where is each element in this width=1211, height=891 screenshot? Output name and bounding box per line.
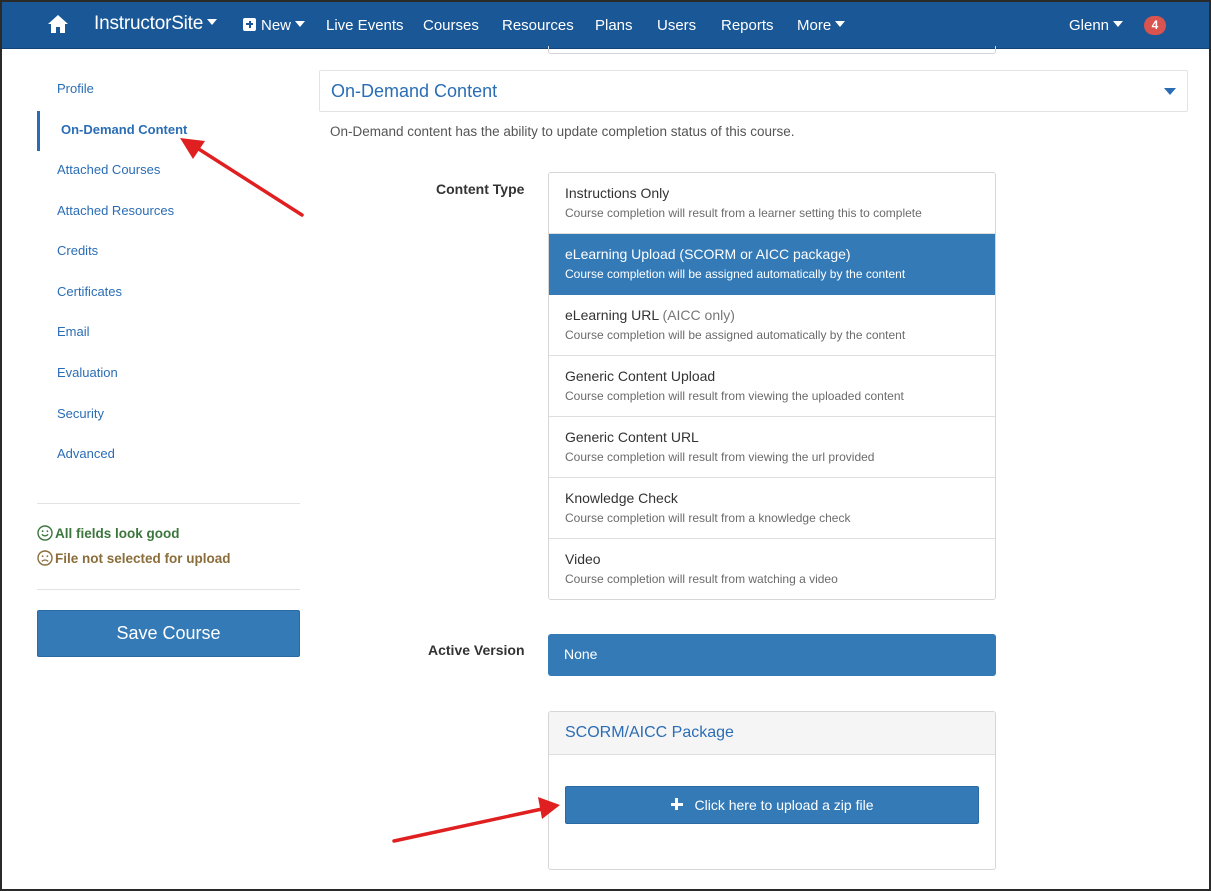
option-title-text: Generic Content URL (565, 429, 699, 445)
plus-square-icon (243, 17, 256, 31)
package-panel-header: SCORM/AICC Package (549, 712, 995, 755)
new-menu[interactable]: New (243, 17, 306, 34)
option-description: Course completion will result from viewi… (565, 389, 904, 403)
user-menu-label: Glenn (1069, 17, 1110, 34)
option-title: eLearning Upload (SCORM or AICC package) (565, 246, 995, 262)
sidebar-item-security[interactable]: Security (57, 406, 104, 421)
content-type-option-selected[interactable]: eLearning Upload (SCORM or AICC package)… (549, 234, 995, 295)
sidebar-item-advanced[interactable]: Advanced (57, 446, 115, 461)
upload-zip-label: Click here to upload a zip file (694, 797, 874, 813)
section-title: On-Demand Content (331, 81, 498, 101)
sidebar-active-indicator (37, 111, 40, 151)
nav-courses[interactable]: Courses (423, 17, 479, 34)
option-title: Knowledge Check (565, 490, 995, 506)
frown-icon (37, 550, 53, 567)
option-title-aux: (SCORM or AICC package) (679, 246, 851, 262)
nav-live-events[interactable]: Live Events (326, 17, 404, 34)
content-type-label: Content Type (436, 181, 525, 197)
sidebar-divider (37, 503, 300, 504)
app-window: InstructorSite New Live Events Courses R… (0, 0, 1211, 891)
sidebar-divider (37, 589, 300, 590)
site-brand-label: InstructorSite (94, 13, 204, 34)
content-type-option[interactable]: Video Course completion will result from… (549, 539, 995, 599)
sidebar-item-attached-resources[interactable]: Attached Resources (57, 203, 174, 218)
chevron-down-icon (835, 21, 846, 28)
previous-panel-bottom (548, 46, 996, 54)
option-title-text: Generic Content Upload (565, 368, 716, 384)
plus-icon (670, 798, 683, 811)
status-ok: All fields look good (37, 525, 180, 542)
nav-users[interactable]: Users (657, 17, 696, 34)
option-description: Course completion will be assigned autom… (565, 328, 906, 342)
option-title: Video (565, 551, 995, 567)
option-title-text: eLearning URL (565, 307, 659, 323)
package-panel-title: SCORM/AICC Package (565, 724, 734, 741)
option-title-aux: (AICC only) (662, 307, 735, 323)
status-warning: File not selected for upload (37, 550, 231, 567)
option-title-text: eLearning Upload (565, 246, 676, 262)
new-menu-label: New (261, 17, 292, 34)
top-navbar: InstructorSite New Live Events Courses R… (2, 2, 1209, 49)
sidebar-item-email[interactable]: Email (57, 324, 90, 339)
nav-resources[interactable]: Resources (502, 17, 574, 34)
option-title: Generic Content Upload (565, 368, 995, 384)
content-type-option[interactable]: Instructions Only Course completion will… (549, 173, 995, 234)
save-course-button[interactable]: Save Course (37, 610, 300, 657)
more-menu-label: More (797, 17, 832, 34)
site-brand-menu[interactable]: InstructorSite (94, 13, 218, 35)
chevron-down-icon (207, 18, 218, 25)
user-menu[interactable]: Glenn (1069, 17, 1124, 34)
status-ok-text: All fields look good (55, 526, 180, 541)
chevron-down-icon (1113, 21, 1124, 28)
on-demand-content-panel-header[interactable]: On-Demand Content (319, 70, 1188, 112)
option-title-text: Instructions Only (565, 185, 670, 201)
option-title-text: Knowledge Check (565, 490, 678, 506)
scorm-package-panel: SCORM/AICC Package Click here to upload … (548, 711, 996, 870)
section-description: On-Demand content has the ability to upd… (330, 124, 795, 139)
option-title-text: Video (565, 551, 601, 567)
annotation-arrow (180, 138, 304, 217)
more-menu[interactable]: More (797, 17, 846, 34)
content-type-list: Instructions Only Course completion will… (548, 172, 996, 600)
sidebar-item-evaluation[interactable]: Evaluation (57, 365, 118, 380)
option-title: Generic Content URL (565, 429, 995, 445)
chevron-down-icon[interactable] (1164, 88, 1176, 95)
option-description: Course completion will be assigned autom… (565, 267, 906, 281)
active-version-label: Active Version (428, 642, 525, 658)
notification-badge[interactable]: 4 (1144, 16, 1166, 35)
option-description: Course completion will result from a kno… (565, 511, 851, 525)
smile-icon (37, 525, 53, 542)
sidebar-item-profile[interactable]: Profile (57, 81, 94, 96)
sidebar-item-credits[interactable]: Credits (57, 243, 98, 258)
option-description: Course completion will result from viewi… (565, 450, 875, 464)
content-type-option[interactable]: eLearning URL (AICC only) Course complet… (549, 295, 995, 356)
sidebar-item-on-demand-content[interactable]: On-Demand Content (61, 122, 187, 137)
sidebar-item-attached-courses[interactable]: Attached Courses (57, 162, 160, 177)
nav-plans[interactable]: Plans (595, 17, 633, 34)
option-title: Instructions Only (565, 185, 995, 201)
status-warning-text: File not selected for upload (55, 551, 231, 566)
option-title: eLearning URL (AICC only) (565, 307, 995, 323)
active-version-select[interactable]: None (548, 634, 996, 676)
upload-zip-button[interactable]: Click here to upload a zip file (565, 786, 979, 824)
home-icon[interactable] (46, 12, 70, 36)
option-description: Course completion will result from a lea… (565, 206, 922, 220)
annotation-arrow (392, 797, 560, 843)
chevron-down-icon (295, 21, 306, 28)
sidebar-item-certificates[interactable]: Certificates (57, 284, 122, 299)
option-description: Course completion will result from watch… (565, 572, 838, 586)
nav-reports[interactable]: Reports (721, 17, 774, 34)
content-type-option[interactable]: Generic Content URL Course completion wi… (549, 417, 995, 478)
content-type-option[interactable]: Knowledge Check Course completion will r… (549, 478, 995, 539)
content-type-option[interactable]: Generic Content Upload Course completion… (549, 356, 995, 417)
